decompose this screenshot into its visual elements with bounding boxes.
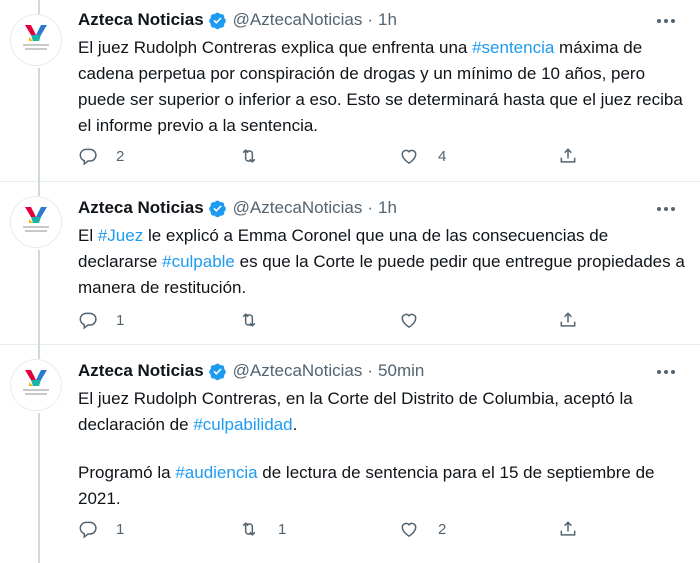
like-button[interactable] <box>398 307 438 333</box>
heart-icon <box>401 522 417 537</box>
tweet-text: El juez Rudolph Contreras explica que en… <box>78 35 686 139</box>
separator-dot: · <box>367 198 374 217</box>
thread-line <box>38 345 40 359</box>
verified-badge-icon <box>208 199 227 218</box>
retweet-button[interactable]: 1 <box>238 516 286 542</box>
reply-button[interactable]: 2 <box>78 143 124 169</box>
author-handle[interactable]: @AztecaNoticias <box>233 198 363 218</box>
tweet[interactable]: Azteca Noticias @AztecaNoticias · 50min … <box>0 345 700 563</box>
share-button[interactable] <box>558 516 578 542</box>
retweet-count: 1 <box>278 520 287 538</box>
share-button[interactable] <box>558 143 578 169</box>
tweet-paragraph: El juez Rudolph Contreras, en la Corte d… <box>78 386 686 438</box>
tweet-content: Azteca Noticias @AztecaNoticias · 1h El … <box>78 196 686 301</box>
retweet-icon <box>242 522 256 536</box>
share-icon <box>560 521 576 536</box>
thread-line <box>38 182 40 196</box>
avatar[interactable] <box>10 14 62 66</box>
more-options-icon[interactable] <box>652 363 680 381</box>
tweet-content: Azteca Noticias @AztecaNoticias · 50min … <box>78 359 686 512</box>
verified-badge-icon <box>208 11 227 30</box>
separator-dot: · <box>367 361 374 380</box>
tweet[interactable]: Azteca Noticias @AztecaNoticias · 1h El … <box>0 182 700 345</box>
text-segment: El juez Rudolph Contreras explica que en… <box>78 38 473 57</box>
more-options-icon[interactable] <box>652 200 680 218</box>
reply-button[interactable]: 1 <box>78 307 124 333</box>
like-count: 2 <box>438 520 447 538</box>
heart-icon <box>401 313 417 328</box>
tweet-timestamp[interactable]: 1h <box>378 10 397 30</box>
text-segment: El <box>78 226 98 245</box>
avatar[interactable] <box>10 359 62 411</box>
azteca-logo-icon <box>23 207 49 232</box>
text-segment: El juez Rudolph Contreras, en la Corte d… <box>78 389 633 434</box>
thread-line <box>38 413 40 563</box>
hashtag-link[interactable]: #audiencia <box>175 463 257 482</box>
author-name[interactable]: Azteca Noticias <box>78 198 204 218</box>
separator-dot: · <box>367 10 374 29</box>
tweet-actions: 1 1 2 <box>78 516 598 542</box>
author-handle[interactable]: @AztecaNoticias <box>233 361 363 381</box>
tweet-text: El #Juez le explicó a Emma Coronel que u… <box>78 223 686 301</box>
tweet-paragraph: Programó la #audiencia de lectura de sen… <box>78 460 686 512</box>
tweet-header: Azteca Noticias @AztecaNoticias · 1h <box>78 8 686 32</box>
text-segment: . <box>292 415 298 434</box>
author-handle[interactable]: @AztecaNoticias <box>233 10 363 30</box>
tweet[interactable]: Azteca Noticias @AztecaNoticias · 1h El … <box>0 0 700 182</box>
like-button[interactable]: 2 <box>398 516 446 542</box>
tweet-paragraph: El #Juez le explicó a Emma Coronel que u… <box>78 223 686 301</box>
tweet-header: Azteca Noticias @AztecaNoticias · 50min <box>78 359 686 383</box>
like-count: 4 <box>438 147 447 165</box>
tweet-feed: Azteca Noticias @AztecaNoticias · 1h El … <box>0 0 700 563</box>
tweet-paragraph: El juez Rudolph Contreras explica que en… <box>78 35 686 139</box>
share-icon <box>560 312 576 327</box>
retweet-button[interactable] <box>238 143 278 169</box>
tweet-content: Azteca Noticias @AztecaNoticias · 1h El … <box>78 8 686 139</box>
avatar[interactable] <box>10 196 62 248</box>
hashtag-link[interactable]: #sentencia <box>472 38 554 57</box>
tweet-header: Azteca Noticias @AztecaNoticias · 1h <box>78 196 686 220</box>
reply-count: 2 <box>116 147 125 165</box>
tweet-timestamp[interactable]: 1h <box>378 198 397 218</box>
share-icon <box>560 148 576 163</box>
tweet-actions: 2 4 <box>78 143 598 169</box>
thread-line <box>38 250 40 345</box>
tweet-text: El juez Rudolph Contreras, en la Corte d… <box>78 386 686 512</box>
retweet-icon <box>242 313 256 327</box>
reply-button[interactable]: 1 <box>78 516 124 542</box>
azteca-logo-icon <box>23 370 49 395</box>
tweet-timestamp[interactable]: 50min <box>378 361 424 381</box>
thread-line <box>38 68 40 182</box>
hashtag-link[interactable]: #Juez <box>98 226 143 245</box>
reply-icon <box>79 521 97 539</box>
reply-count: 1 <box>116 311 125 329</box>
tweet-actions: 1 <box>78 307 598 333</box>
retweet-button[interactable] <box>238 307 278 333</box>
text-segment: Programó la <box>78 463 176 482</box>
hashtag-link[interactable]: #culpable <box>162 252 235 271</box>
more-options-icon[interactable] <box>652 12 680 30</box>
azteca-logo-icon <box>23 25 49 50</box>
verified-badge-icon <box>208 362 227 381</box>
reply-icon <box>79 312 97 330</box>
share-button[interactable] <box>558 307 578 333</box>
like-button[interactable]: 4 <box>398 143 446 169</box>
retweet-icon <box>242 149 256 163</box>
heart-icon <box>401 149 417 164</box>
reply-count: 1 <box>116 520 125 538</box>
author-name[interactable]: Azteca Noticias <box>78 10 204 30</box>
hashtag-link[interactable]: #culpabilidad <box>193 415 292 434</box>
reply-icon <box>79 148 97 166</box>
author-name[interactable]: Azteca Noticias <box>78 361 204 381</box>
